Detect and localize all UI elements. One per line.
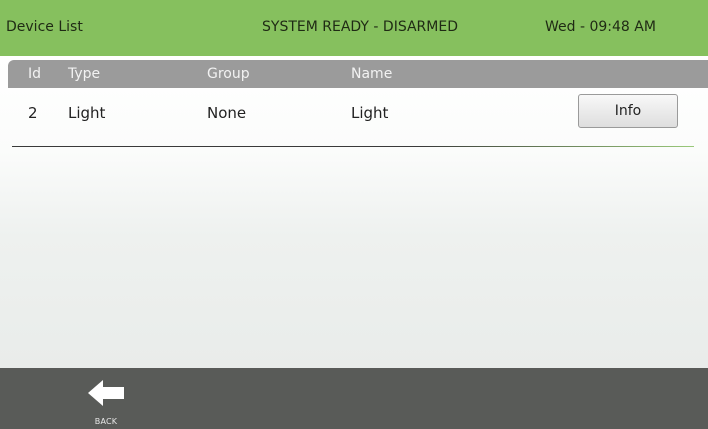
- arrow-left-icon: [88, 380, 124, 406]
- device-name: Light: [351, 104, 389, 122]
- top-bar: Device List SYSTEM READY - DISARMED Wed …: [0, 0, 708, 56]
- column-header-name: Name: [351, 66, 393, 82]
- bottom-bar: BACK: [0, 368, 708, 429]
- row-divider: [12, 146, 694, 147]
- device-type: Light: [68, 104, 106, 122]
- date-time: Wed - 09:48 AM: [545, 19, 656, 35]
- column-header-type: Type: [68, 66, 101, 82]
- table-row: 2 Light None Light Info: [0, 88, 708, 144]
- column-header-group: Group: [207, 66, 250, 82]
- system-status: SYSTEM READY - DISARMED: [262, 19, 458, 35]
- info-button[interactable]: Info: [578, 94, 678, 128]
- device-list-panel: Id Type Group Name 2 Light None Light In…: [0, 56, 708, 368]
- column-header-id: Id: [28, 66, 42, 82]
- table-header: Id Type Group Name: [8, 60, 708, 88]
- device-id: 2: [28, 104, 38, 122]
- device-group: None: [207, 104, 247, 122]
- page-title: Device List: [6, 19, 83, 35]
- back-button[interactable]: BACK: [84, 376, 136, 429]
- back-label: BACK: [94, 417, 118, 426]
